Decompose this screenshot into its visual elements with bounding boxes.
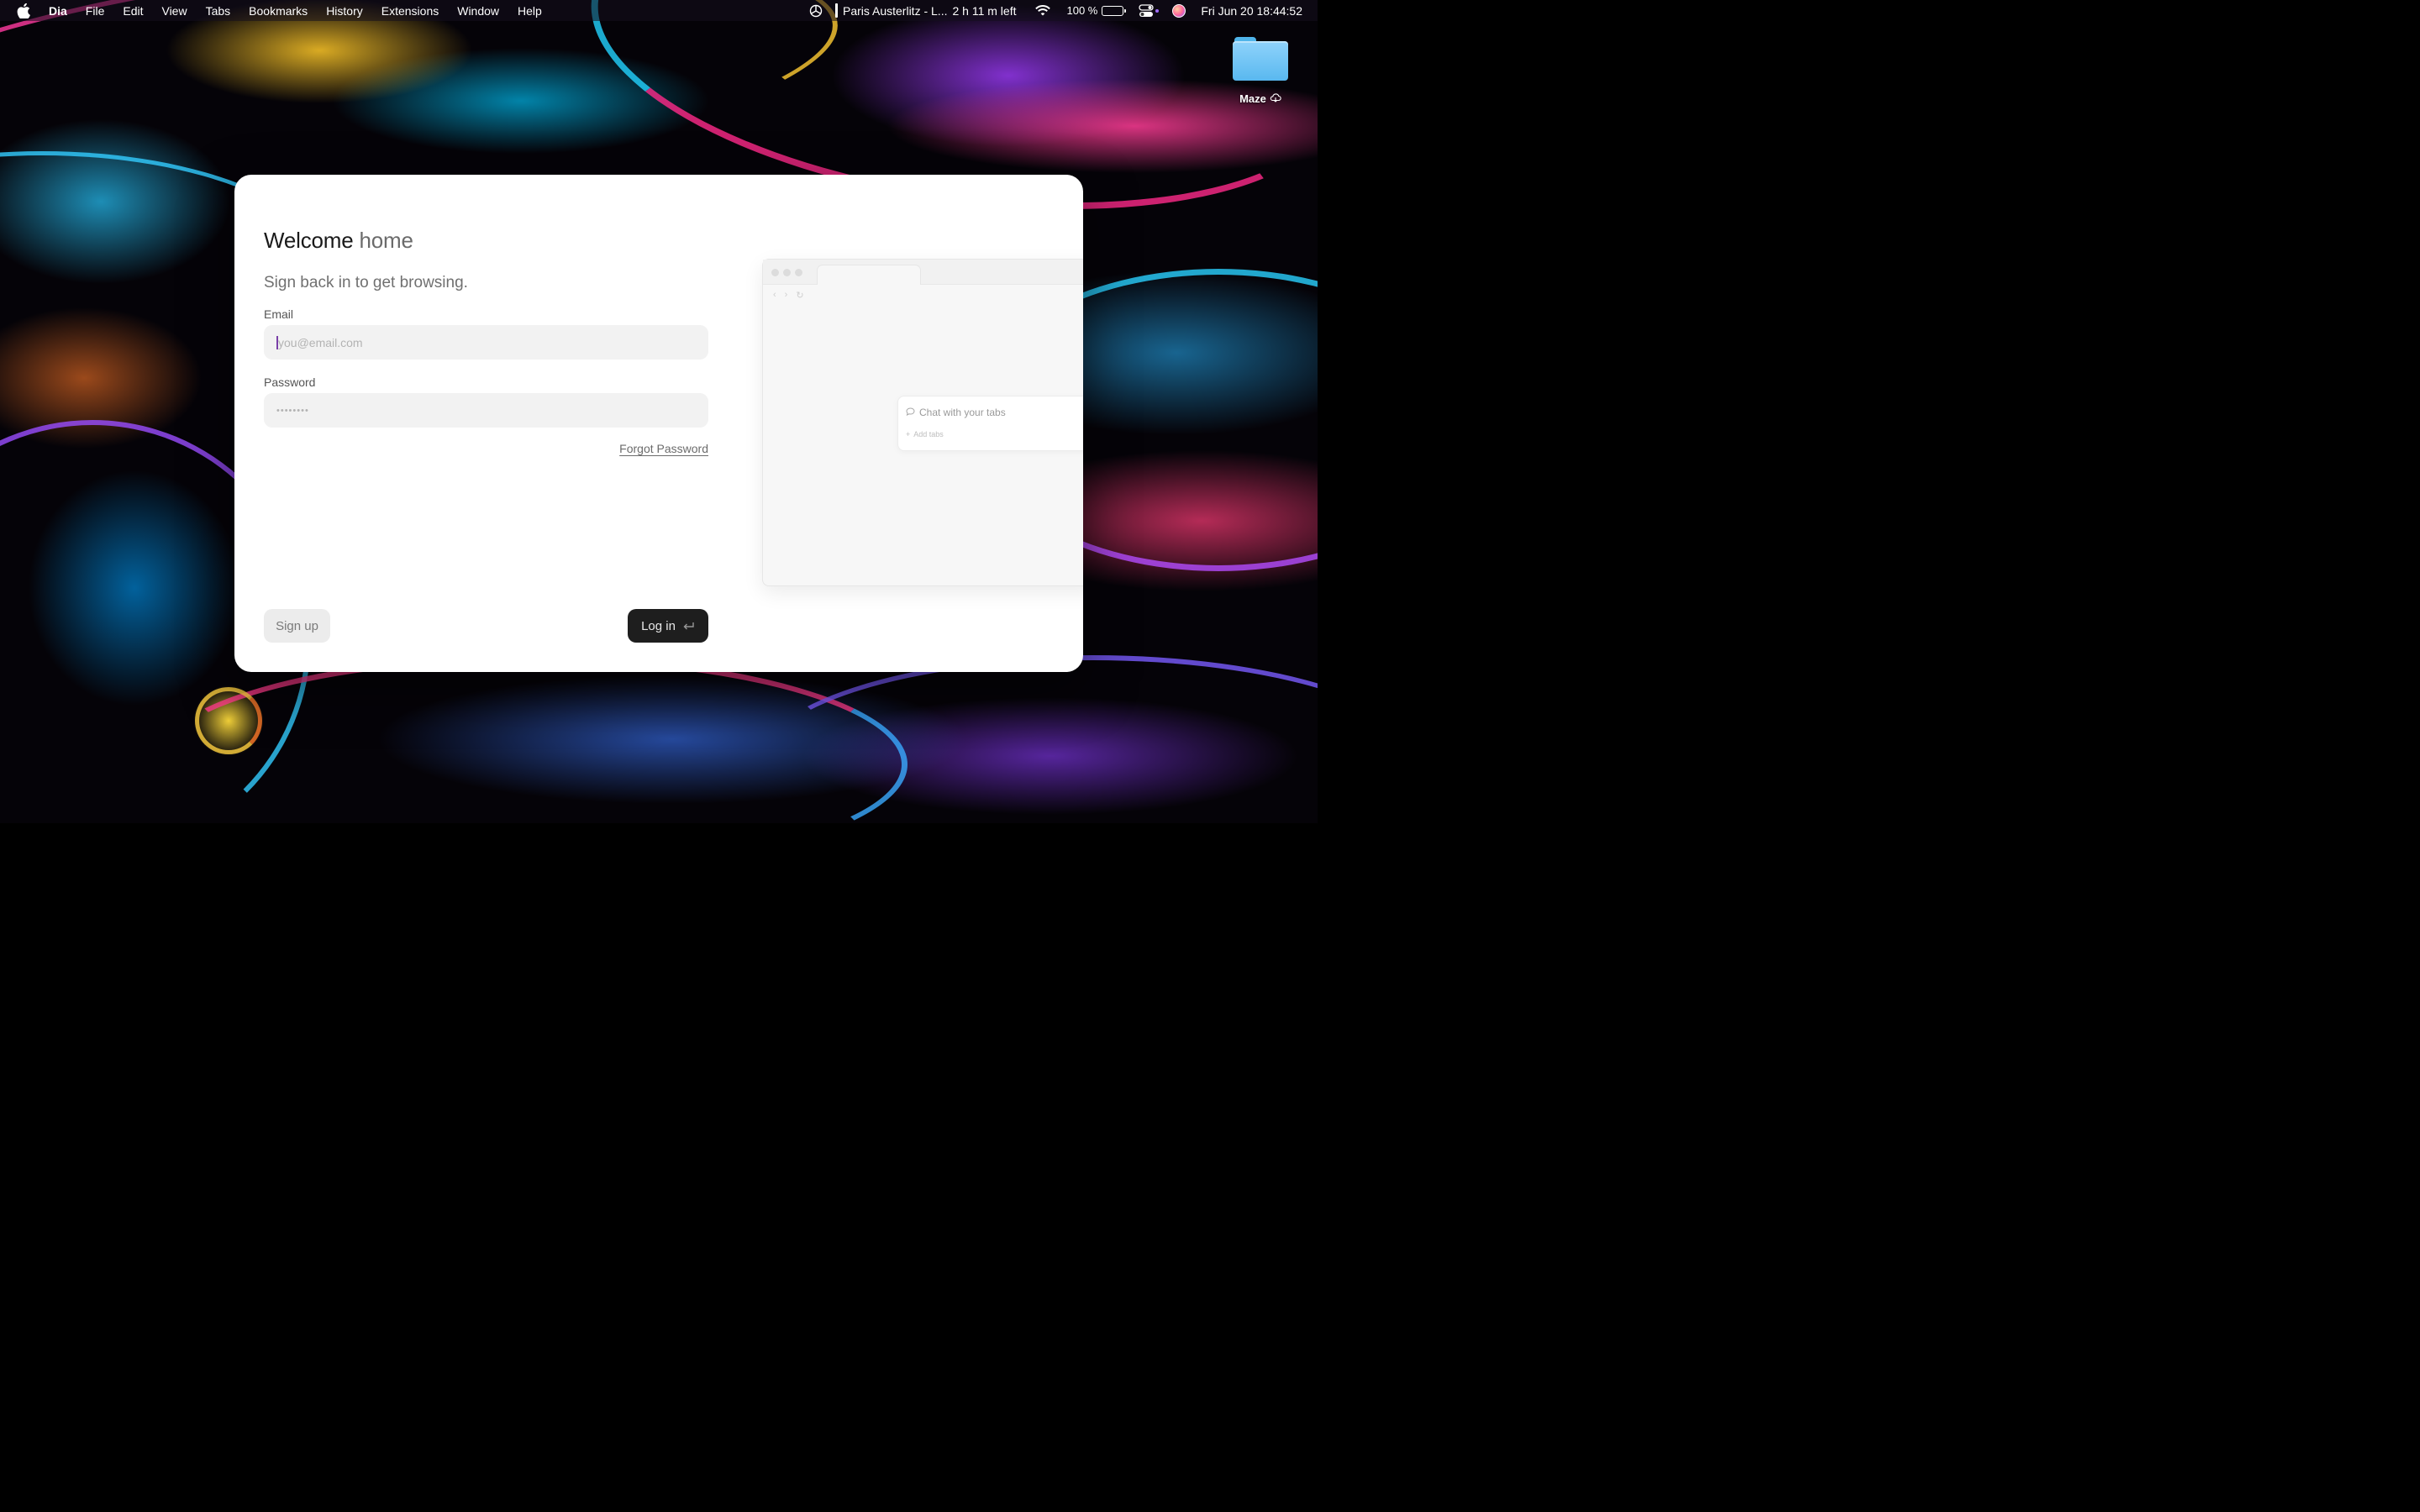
page-subtitle: Sign back in to get browsing. bbox=[264, 274, 468, 291]
login-button[interactable]: Log in bbox=[628, 609, 708, 643]
back-arrow-icon: ‹ bbox=[773, 290, 776, 300]
reload-icon: ↻ bbox=[796, 291, 804, 301]
menu-help[interactable]: Help bbox=[508, 4, 551, 18]
preview-chat-box: Chat with your tabs + Add tabs bbox=[897, 396, 1083, 451]
now-playing-time-left: 2 h 11 m left bbox=[952, 3, 1017, 18]
menu-window[interactable]: Window bbox=[448, 4, 508, 18]
email-label: Email bbox=[264, 307, 294, 321]
desktop-folder-maze[interactable]: Maze bbox=[1223, 34, 1298, 105]
music-indicator-icon bbox=[834, 3, 838, 18]
chat-bubble-icon bbox=[906, 407, 915, 418]
wifi-icon[interactable] bbox=[1034, 4, 1051, 17]
siri-icon[interactable] bbox=[1172, 3, 1186, 18]
password-placeholder: •••••••• bbox=[276, 405, 309, 416]
menu-datetime[interactable]: Fri Jun 20 18:44:52 bbox=[1201, 4, 1302, 18]
plus-icon: + bbox=[906, 430, 911, 438]
battery-percent: 100 % bbox=[1066, 4, 1098, 17]
desktop-folder-label: Maze bbox=[1239, 92, 1266, 105]
title-strong: Welcome bbox=[264, 228, 354, 253]
control-center-icon[interactable] bbox=[1139, 3, 1160, 18]
return-key-icon bbox=[682, 622, 695, 631]
menu-extensions[interactable]: Extensions bbox=[372, 4, 448, 18]
battery-status[interactable]: 100 % bbox=[1066, 4, 1127, 17]
menu-bookmarks[interactable]: Bookmarks bbox=[239, 4, 317, 18]
window-close-dot-icon bbox=[771, 269, 779, 276]
desktop-screen: Dia File Edit View Tabs Bookmarks Histor… bbox=[0, 0, 1318, 823]
now-playing-title: Paris Austerlitz - L... bbox=[842, 3, 948, 18]
window-zoom-dot-icon bbox=[795, 269, 802, 276]
icloud-download-icon bbox=[1270, 92, 1281, 105]
login-button-label: Log in bbox=[641, 618, 676, 633]
email-field[interactable]: you@email.com bbox=[264, 325, 708, 360]
apple-logo-icon[interactable] bbox=[17, 3, 32, 18]
browser-preview-illustration: ‹ › ↻ Chat with your tabs + Add tabs bbox=[762, 259, 1083, 586]
now-playing[interactable]: Paris Austerlitz - L... 2 h 11 m left bbox=[834, 3, 1017, 18]
email-placeholder: you@email.com bbox=[278, 335, 363, 349]
password-field[interactable]: •••••••• bbox=[264, 393, 708, 428]
preview-tab-bar bbox=[763, 260, 1083, 285]
login-form: Welcome home Sign back in to get browsin… bbox=[264, 175, 708, 672]
battery-icon bbox=[1102, 5, 1127, 16]
login-dialog: Welcome home Sign back in to get browsin… bbox=[234, 175, 1083, 672]
forward-arrow-icon: › bbox=[784, 290, 788, 300]
chat-placeholder: Chat with your tabs bbox=[919, 407, 1006, 418]
preview-tab bbox=[817, 265, 921, 285]
signup-button[interactable]: Sign up bbox=[264, 609, 330, 643]
menu-history[interactable]: History bbox=[317, 4, 372, 18]
folder-icon bbox=[1233, 34, 1288, 81]
preview-nav: ‹ › ↻ bbox=[773, 290, 804, 301]
chatgpt-icon[interactable] bbox=[808, 3, 823, 18]
window-minimize-dot-icon bbox=[783, 269, 791, 276]
menu-tabs[interactable]: Tabs bbox=[197, 4, 240, 18]
page-title: Welcome home bbox=[264, 228, 413, 254]
password-label: Password bbox=[264, 375, 316, 389]
add-tabs-label: Add tabs bbox=[913, 430, 944, 438]
title-muted: home bbox=[359, 228, 413, 253]
forgot-password-link[interactable]: Forgot Password bbox=[619, 442, 708, 455]
menu-bar: Dia File Edit View Tabs Bookmarks Histor… bbox=[0, 0, 1318, 21]
signup-button-label: Sign up bbox=[276, 618, 318, 633]
menu-view[interactable]: View bbox=[152, 4, 196, 18]
menu-app-name[interactable]: Dia bbox=[42, 4, 76, 18]
menu-file[interactable]: File bbox=[76, 4, 114, 18]
menu-edit[interactable]: Edit bbox=[113, 4, 152, 18]
